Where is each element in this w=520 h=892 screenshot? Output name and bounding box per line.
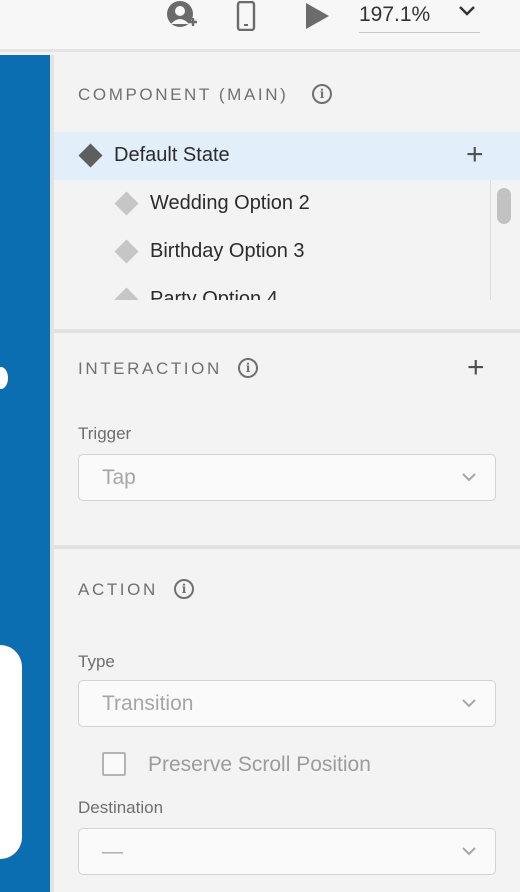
interaction-title: INTERACTION	[78, 359, 222, 378]
chevron-down-icon	[461, 469, 477, 487]
type-dropdown[interactable]: Transition	[78, 680, 496, 727]
info-icon[interactable]: i	[174, 579, 194, 599]
scrollbar-thumb[interactable]	[497, 188, 511, 224]
trigger-dropdown[interactable]: Tap	[78, 454, 496, 501]
zoom-value: 197.1%	[359, 3, 431, 26]
chevron-down-icon	[461, 843, 477, 861]
play-icon[interactable]	[302, 0, 332, 32]
states-list: Default State + Wedding Option 2 Birthda…	[54, 132, 520, 300]
type-value: Transition	[102, 692, 194, 715]
scroll-track	[490, 180, 491, 300]
type-label: Type	[78, 652, 115, 671]
state-label: Birthday Option 3	[150, 240, 305, 262]
add-interaction-icon[interactable]: +	[467, 353, 485, 383]
destination-value: —	[102, 840, 123, 863]
add-user-icon[interactable]	[164, 0, 200, 32]
interaction-panel: INTERACTION i + Trigger Tap	[54, 333, 520, 545]
main-state-diamond-icon	[78, 143, 103, 168]
mobile-device-icon[interactable]	[234, 0, 258, 32]
destination-label: Destination	[78, 798, 164, 817]
state-diamond-icon	[114, 239, 139, 264]
info-icon[interactable]: i	[238, 358, 258, 378]
component-panel: COMPONENT (MAIN) i Default State + Weddi…	[54, 55, 520, 331]
info-icon[interactable]: i	[312, 84, 332, 104]
trigger-value: Tap	[102, 466, 136, 489]
action-title: ACTION	[78, 580, 158, 599]
state-row[interactable]: Birthday Option 3	[54, 228, 520, 276]
chevron-down-icon[interactable]	[458, 4, 476, 22]
top-toolbar: 197.1%	[0, 0, 520, 52]
add-state-icon[interactable]: +	[466, 140, 484, 170]
trigger-label: Trigger	[78, 424, 132, 443]
state-diamond-icon	[114, 191, 139, 216]
destination-dropdown[interactable]: —	[78, 828, 496, 875]
state-label: Wedding Option 2	[150, 192, 310, 214]
zoom-dropdown[interactable]: 197.1%	[359, 0, 480, 33]
state-diamond-icon	[114, 287, 139, 300]
action-panel: ACTION i Type Transition Preserve Scroll…	[54, 549, 520, 892]
preserve-scroll-label: Preserve Scroll Position	[148, 753, 371, 776]
component-title: COMPONENT (MAIN)	[78, 85, 289, 104]
state-row[interactable]: Party Option 4	[54, 276, 520, 300]
state-label: Party Option 4	[150, 288, 278, 300]
chevron-down-icon	[461, 695, 477, 713]
preserve-scroll-checkbox[interactable]	[102, 752, 126, 776]
state-row[interactable]: Wedding Option 2	[54, 180, 520, 228]
state-label: Default State	[114, 144, 230, 166]
artboard-canvas[interactable]	[0, 55, 50, 892]
state-row-default[interactable]: Default State +	[54, 132, 520, 180]
canvas-shape	[0, 367, 8, 389]
canvas-shape	[0, 645, 22, 859]
